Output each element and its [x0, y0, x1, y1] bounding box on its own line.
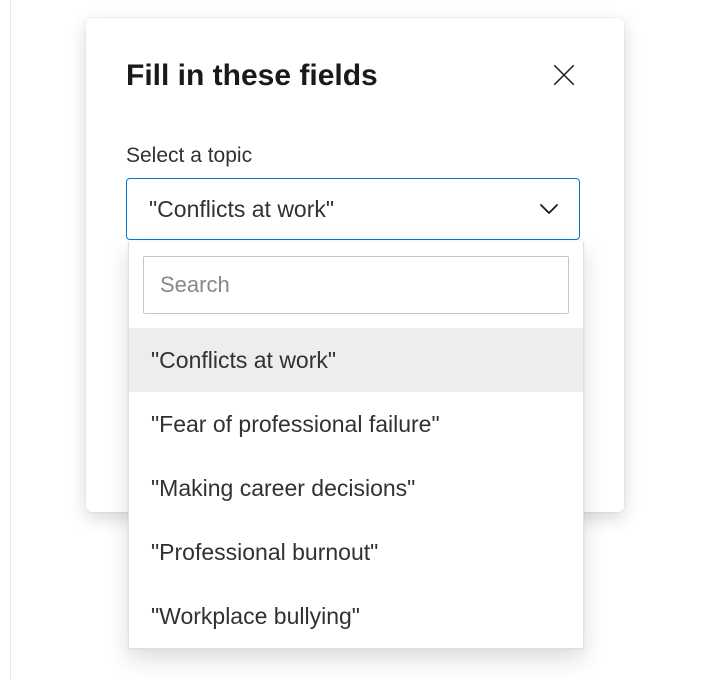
dropdown-option-list: "Conflicts at work" "Fear of professiona…	[129, 328, 583, 648]
dropdown-option[interactable]: "Conflicts at work"	[129, 328, 583, 392]
select-value: "Conflicts at work"	[149, 196, 334, 223]
topic-dropdown: "Conflicts at work" "Fear of professiona…	[128, 242, 584, 649]
modal-header: Fill in these fields	[126, 56, 584, 96]
close-button[interactable]	[544, 56, 584, 96]
dropdown-search-wrap	[129, 242, 583, 328]
dropdown-option[interactable]: "Professional burnout"	[129, 520, 583, 584]
dropdown-option[interactable]: "Making career decisions"	[129, 456, 583, 520]
dropdown-option[interactable]: "Fear of professional failure"	[129, 392, 583, 456]
modal-title: Fill in these fields	[126, 59, 378, 93]
dropdown-option[interactable]: "Workplace bullying"	[129, 584, 583, 648]
field-label: Select a topic	[126, 144, 584, 168]
close-icon	[551, 62, 577, 91]
vertical-divider	[10, 0, 11, 680]
dropdown-search-input[interactable]	[143, 256, 569, 314]
chevron-down-icon	[539, 202, 559, 216]
topic-select[interactable]: "Conflicts at work"	[126, 178, 580, 240]
